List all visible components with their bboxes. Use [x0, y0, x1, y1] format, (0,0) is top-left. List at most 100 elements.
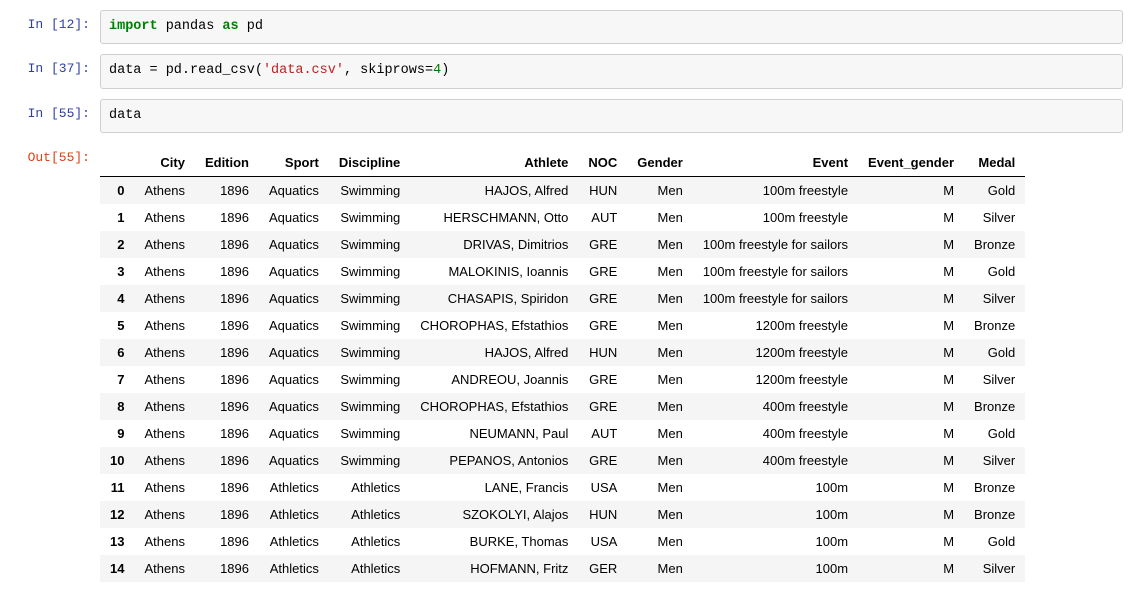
table-cell: GRE: [578, 285, 627, 312]
table-row-index: 6: [100, 339, 134, 366]
table-cell: Athens: [134, 258, 194, 285]
table-cell: Gold: [964, 420, 1025, 447]
table-cell: Athens: [134, 528, 194, 555]
output-content: CityEditionSportDisciplineAthleteNOCGend…: [100, 143, 1123, 582]
table-cell: GRE: [578, 393, 627, 420]
table-cell: Athens: [134, 555, 194, 582]
table-cell: M: [858, 447, 964, 474]
input-prompt: In [37]:: [20, 54, 100, 88]
table-cell: M: [858, 528, 964, 555]
table-cell: Swimming: [329, 285, 410, 312]
table-cell: USA: [578, 474, 627, 501]
table-cell: Swimming: [329, 258, 410, 285]
table-cell: BURKE, Thomas: [410, 528, 578, 555]
table-cell: Athens: [134, 204, 194, 231]
table-row: 5Athens1896AquaticsSwimmingCHOROPHAS, Ef…: [100, 312, 1025, 339]
table-cell: M: [858, 366, 964, 393]
table-cell: 1896: [195, 528, 259, 555]
table-cell: Men: [627, 204, 693, 231]
table-cell: Athens: [134, 393, 194, 420]
table-cell: CHOROPHAS, Efstathios: [410, 393, 578, 420]
table-cell: 1896: [195, 555, 259, 582]
table-cell: Men: [627, 176, 693, 204]
input-prompt: In [12]:: [20, 10, 100, 44]
table-cell: CHOROPHAS, Efstathios: [410, 312, 578, 339]
table-cell: HAJOS, Alfred: [410, 176, 578, 204]
table-cell: Aquatics: [259, 204, 329, 231]
table-cell: 1896: [195, 447, 259, 474]
table-cell: Men: [627, 393, 693, 420]
table-row: 11Athens1896AthleticsAthleticsLANE, Fran…: [100, 474, 1025, 501]
table-cell: Aquatics: [259, 420, 329, 447]
table-cell: Bronze: [964, 393, 1025, 420]
table-cell: 1200m freestyle: [693, 366, 858, 393]
cell-content: data: [100, 99, 1123, 133]
table-row: 9Athens1896AquaticsSwimmingNEUMANN, Paul…: [100, 420, 1025, 447]
table-cell: 1896: [195, 366, 259, 393]
table-cell: M: [858, 474, 964, 501]
table-cell: Bronze: [964, 312, 1025, 339]
table-row: 10Athens1896AquaticsSwimmingPEPANOS, Ant…: [100, 447, 1025, 474]
table-cell: Men: [627, 312, 693, 339]
table-cell: Silver: [964, 555, 1025, 582]
code-input[interactable]: data: [100, 99, 1123, 133]
table-column-header: Event_gender: [858, 149, 964, 177]
table-cell: Aquatics: [259, 258, 329, 285]
table-cell: HERSCHMANN, Otto: [410, 204, 578, 231]
table-cell: Athens: [134, 474, 194, 501]
table-cell: Silver: [964, 447, 1025, 474]
code-input[interactable]: data = pd.read_csv('data.csv', skiprows=…: [100, 54, 1123, 88]
table-cell: Silver: [964, 204, 1025, 231]
code-cell: In [55]: data: [20, 99, 1123, 133]
table-cell: AUT: [578, 204, 627, 231]
table-cell: 100m freestyle for sailors: [693, 231, 858, 258]
table-cell: Men: [627, 501, 693, 528]
table-cell: HOFMANN, Fritz: [410, 555, 578, 582]
table-cell: 100m freestyle: [693, 176, 858, 204]
table-cell: Men: [627, 366, 693, 393]
table-cell: 1896: [195, 393, 259, 420]
table-cell: Swimming: [329, 231, 410, 258]
table-row: 6Athens1896AquaticsSwimmingHAJOS, Alfred…: [100, 339, 1025, 366]
table-cell: Athens: [134, 339, 194, 366]
table-column-header: Event: [693, 149, 858, 177]
table-row: 7Athens1896AquaticsSwimmingANDREOU, Joan…: [100, 366, 1025, 393]
table-cell: M: [858, 204, 964, 231]
table-cell: Swimming: [329, 366, 410, 393]
table-cell: Gold: [964, 339, 1025, 366]
table-cell: GRE: [578, 231, 627, 258]
table-row-index: 14: [100, 555, 134, 582]
table-cell: 1200m freestyle: [693, 339, 858, 366]
table-cell: Swimming: [329, 312, 410, 339]
table-cell: Men: [627, 420, 693, 447]
table-cell: Aquatics: [259, 393, 329, 420]
code-input[interactable]: import pandas as pd: [100, 10, 1123, 44]
table-cell: Men: [627, 258, 693, 285]
table-cell: GER: [578, 555, 627, 582]
table-cell: Swimming: [329, 339, 410, 366]
code-cell: In [12]: import pandas as pd: [20, 10, 1123, 44]
table-cell: 1896: [195, 501, 259, 528]
table-cell: MALOKINIS, Ioannis: [410, 258, 578, 285]
table-row: 0Athens1896AquaticsSwimmingHAJOS, Alfred…: [100, 176, 1025, 204]
table-cell: GRE: [578, 366, 627, 393]
table-cell: M: [858, 420, 964, 447]
table-row-index: 0: [100, 176, 134, 204]
table-row-index: 7: [100, 366, 134, 393]
table-cell: HUN: [578, 339, 627, 366]
table-cell: Gold: [964, 176, 1025, 204]
table-cell: Men: [627, 528, 693, 555]
table-column-header: Gender: [627, 149, 693, 177]
cell-content: import pandas as pd: [100, 10, 1123, 44]
table-cell: 1896: [195, 231, 259, 258]
table-row-index: 5: [100, 312, 134, 339]
table-row-index: 12: [100, 501, 134, 528]
table-cell: M: [858, 231, 964, 258]
table-cell: Aquatics: [259, 231, 329, 258]
table-row-index: 9: [100, 420, 134, 447]
output-cell: Out[55]: CityEditionSportDisciplineAthle…: [20, 143, 1123, 582]
table-cell: M: [858, 501, 964, 528]
table-cell: 1896: [195, 474, 259, 501]
table-cell: Bronze: [964, 501, 1025, 528]
table-cell: ANDREOU, Joannis: [410, 366, 578, 393]
